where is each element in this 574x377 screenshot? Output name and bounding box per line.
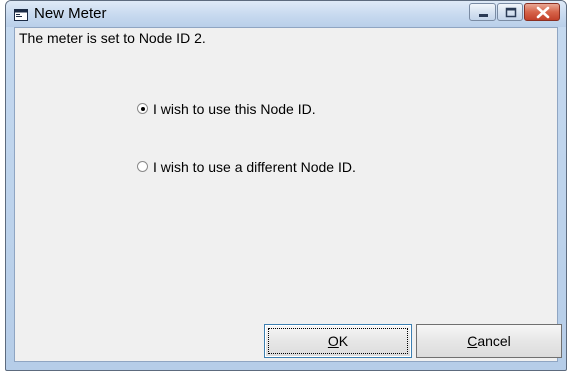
maximize-button[interactable] <box>497 3 523 21</box>
dialog-body: The meter is set to Node ID 2. I wish to… <box>14 27 562 362</box>
ok-button[interactable]: OK <box>264 324 412 358</box>
window-icon <box>14 8 28 21</box>
ok-label-rest: K <box>338 333 349 349</box>
minimize-button[interactable] <box>469 3 496 21</box>
ok-mnemonic: O <box>327 333 339 349</box>
title-bar[interactable]: New Meter <box>6 1 566 27</box>
cancel-mnemonic: C <box>467 333 478 349</box>
radio-unselected-icon[interactable] <box>137 161 148 172</box>
cancel-button[interactable]: Cancel <box>416 324 562 358</box>
dialog-window: New Meter The meter is set to Node ID 2.… <box>5 0 567 371</box>
message-label: The meter is set to Node ID 2. <box>19 30 206 46</box>
radio-label-use-this[interactable]: I wish to use this Node ID. <box>153 100 316 118</box>
radio-selected-icon[interactable] <box>137 103 148 114</box>
window-title: New Meter <box>34 5 107 22</box>
close-button[interactable] <box>524 3 560 21</box>
cancel-label-rest: ancel <box>477 333 511 349</box>
radio-dot-icon <box>140 106 145 111</box>
radio-label-use-different[interactable]: I wish to use a different Node ID. <box>153 158 356 176</box>
